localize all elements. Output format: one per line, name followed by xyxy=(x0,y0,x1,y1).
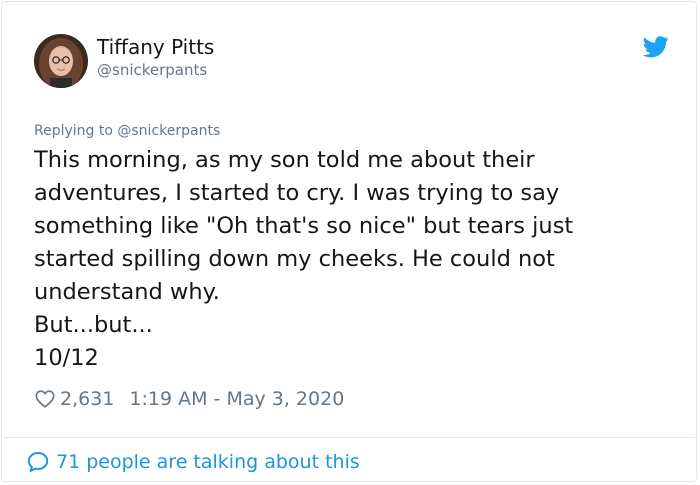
author-display-name[interactable]: Tiffany Pitts xyxy=(97,35,214,59)
conversation-link[interactable]: 71 people are talking about this xyxy=(26,450,360,474)
tweet-text-line: This morning, as my son told me about th… xyxy=(34,147,535,173)
tweet-meta: 2,631 1:19 AM - May 3, 2020 xyxy=(34,386,344,412)
tweet-text-line: understand why. xyxy=(34,279,220,305)
author-handle[interactable]: @snickerpants xyxy=(97,61,207,79)
tweet-text-line: something like "Oh that's so nice" but t… xyxy=(34,213,574,239)
footer-divider xyxy=(3,437,695,438)
like-count[interactable]: 2,631 xyxy=(60,388,114,410)
tweet-text-line: adventures, I started to cry. I was tryi… xyxy=(34,180,560,206)
replying-to: Replying to @snickerpants xyxy=(34,122,220,140)
heart-icon[interactable] xyxy=(34,388,56,410)
tweet-timestamp[interactable]: 1:19 AM - May 3, 2020 xyxy=(129,388,344,410)
tweet-card[interactable]: Tiffany Pitts @snickerpants Replying to … xyxy=(1,1,697,482)
tweet-text-line: 10/12 xyxy=(34,345,99,371)
avatar[interactable] xyxy=(34,34,88,88)
replying-to-handle-link[interactable]: @snickerpants xyxy=(117,123,220,139)
tweet-text: This morning, as my son told me about th… xyxy=(34,144,664,375)
speech-bubble-icon xyxy=(27,452,49,472)
tweet-text-line: started spilling down my cheeks. He coul… xyxy=(34,246,555,272)
replying-to-label: Replying to xyxy=(34,123,118,139)
avatar-image xyxy=(34,34,88,88)
tweet-text-line: But...but... xyxy=(34,312,153,338)
twitter-bird-icon[interactable] xyxy=(643,36,669,58)
conversation-link-label[interactable]: 71 people are talking about this xyxy=(56,451,360,473)
